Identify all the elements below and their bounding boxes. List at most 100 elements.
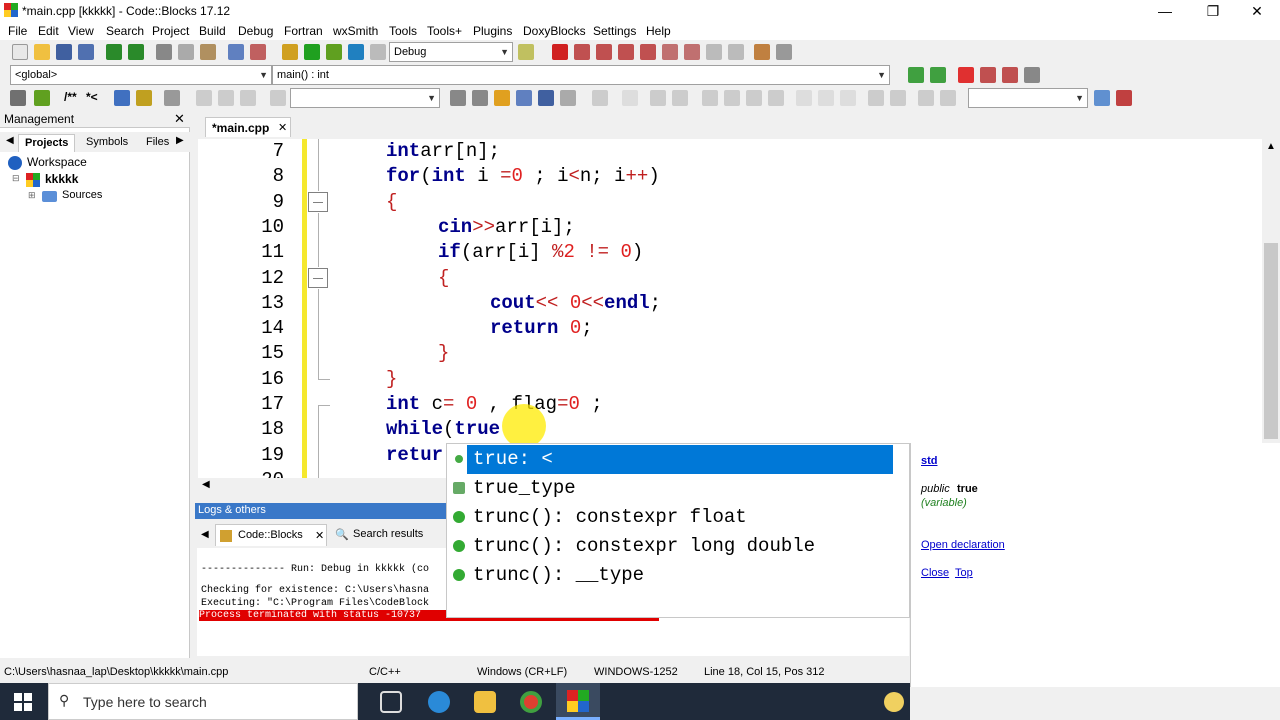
zoom-out-icon[interactable] <box>890 90 906 106</box>
menu-edit[interactable]: Edit <box>38 24 59 38</box>
scroll-up-icon[interactable]: ▲ <box>1266 141 1276 152</box>
extract-docs-icon[interactable] <box>34 90 50 106</box>
run-to-cursor-icon[interactable] <box>574 44 590 60</box>
code-editor[interactable]: intarr[n]; for(int i =0 ; i<n; i++){cin>>… <box>198 139 1262 491</box>
scrollbar-thumb[interactable] <box>1264 243 1278 439</box>
build-icon[interactable] <box>282 44 298 60</box>
editor-vertical-scrollbar[interactable]: ▲ <box>1262 139 1280 439</box>
save-all-icon[interactable] <box>78 44 94 60</box>
redo-icon[interactable] <box>128 44 144 60</box>
next-line-icon[interactable] <box>596 44 612 60</box>
open-file-icon[interactable] <box>34 44 50 60</box>
scope-select[interactable]: <global> ▼ <box>10 65 272 85</box>
menu-view[interactable]: View <box>68 24 94 38</box>
find-next-icon[interactable] <box>472 90 488 106</box>
run-html-icon[interactable] <box>114 90 130 106</box>
debug-info-icon[interactable] <box>776 44 792 60</box>
maximize-button[interactable]: ❐ <box>1190 0 1236 22</box>
jump-forward-icon[interactable] <box>930 67 946 83</box>
edge-browser-icon[interactable] <box>428 691 450 713</box>
prev-bookmark-icon[interactable] <box>980 67 996 83</box>
tab-search-results[interactable]: 🔍 Search results <box>331 524 445 546</box>
match-case-icon[interactable] <box>516 90 532 106</box>
copy-icon[interactable] <box>178 44 194 60</box>
doxywizard-icon[interactable] <box>10 90 26 106</box>
run-icon[interactable] <box>304 44 320 60</box>
close-link[interactable]: Close <box>921 567 949 579</box>
tab-codeblocks-log[interactable]: Code::Blocks ✕ <box>215 524 327 546</box>
step-into-icon[interactable] <box>618 44 634 60</box>
block-comment-button[interactable]: /** <box>64 90 77 104</box>
codeblocks-taskbar-button[interactable] <box>556 683 600 720</box>
find-prev-icon[interactable] <box>450 90 466 106</box>
close-icon[interactable]: ✕ <box>278 121 287 134</box>
spell-icon[interactable] <box>918 90 934 106</box>
debug-start-icon[interactable] <box>552 44 568 60</box>
spell-settings-icon[interactable] <box>1116 90 1132 106</box>
fold-toggle[interactable] <box>308 192 328 212</box>
tab-files[interactable]: Files <box>140 134 175 152</box>
tree-workspace[interactable]: Workspace <box>27 155 87 169</box>
tab-scroll-left-icon[interactable]: ◀ <box>6 135 14 146</box>
autocomplete-item-selected[interactable]: true: < <box>453 445 893 474</box>
tree-sources-folder[interactable]: Sources <box>62 189 102 201</box>
close-icon[interactable]: ✕ <box>315 529 324 542</box>
nav-back-icon[interactable] <box>196 90 212 106</box>
toggle-bookmark-icon[interactable] <box>958 67 974 83</box>
widget1-icon[interactable] <box>796 90 812 106</box>
editor-horizontal-scrollbar[interactable]: ◀ <box>198 478 458 494</box>
layout2-icon[interactable] <box>724 90 740 106</box>
close-icon[interactable]: ✕ <box>174 111 185 127</box>
abort-icon[interactable] <box>370 44 386 60</box>
tab-main-cpp[interactable]: *main.cpp ✕ <box>205 117 291 137</box>
menu-file[interactable]: File <box>8 24 27 38</box>
menu-build[interactable]: Build <box>199 24 226 38</box>
step-out-icon[interactable] <box>640 44 656 60</box>
debug-windows-icon[interactable] <box>754 44 770 60</box>
selection-only-icon[interactable] <box>560 90 576 106</box>
scroll-left-icon[interactable]: ◀ <box>202 479 210 490</box>
function-select[interactable]: main() : int ▼ <box>272 65 890 85</box>
incremental-search-input[interactable]: ▼ <box>290 88 440 108</box>
spell-language-select[interactable]: ▼ <box>968 88 1088 108</box>
edit-icon[interactable] <box>672 90 688 106</box>
menu-plugins[interactable]: Plugins <box>473 24 512 38</box>
spell-check-icon[interactable] <box>1094 90 1110 106</box>
pause-icon[interactable] <box>706 44 722 60</box>
image-icon[interactable] <box>650 90 666 106</box>
layout3-icon[interactable] <box>746 90 762 106</box>
file-explorer-icon[interactable] <box>474 691 496 713</box>
top-link[interactable]: Top <box>955 567 973 579</box>
tab-scroll-right-icon[interactable]: ▶ <box>176 135 184 146</box>
chrome-browser-icon[interactable] <box>520 691 542 713</box>
rebuild-icon[interactable] <box>348 44 364 60</box>
menu-doxyblocks[interactable]: DoxyBlocks <box>523 24 586 38</box>
target-options-icon[interactable] <box>518 44 534 60</box>
menu-fortran[interactable]: Fortran <box>284 24 323 38</box>
paste-icon[interactable] <box>200 44 216 60</box>
thesaurus-icon[interactable] <box>940 90 956 106</box>
task-view-icon[interactable] <box>380 691 402 713</box>
menu-wxsmith[interactable]: wxSmith <box>333 24 378 38</box>
expand-icon[interactable]: ⊞ <box>28 190 36 201</box>
autocomplete-item[interactable]: trunc(): __type <box>447 561 909 590</box>
build-target-select[interactable]: Debug ▼ <box>389 42 513 62</box>
widget3-icon[interactable] <box>840 90 856 106</box>
layout1-icon[interactable] <box>702 90 718 106</box>
menu-search[interactable]: Search <box>106 24 144 38</box>
find-icon[interactable] <box>228 44 244 60</box>
menu-help[interactable]: Help <box>646 24 671 38</box>
tab-projects[interactable]: Projects <box>18 134 76 152</box>
jump-back-icon[interactable] <box>908 67 924 83</box>
autocomplete-item[interactable]: trunc(): constexpr long double <box>447 532 909 561</box>
clear-bookmarks-icon[interactable] <box>1024 67 1040 83</box>
replace-icon[interactable] <box>250 44 266 60</box>
save-icon[interactable] <box>56 44 72 60</box>
frame-icon[interactable] <box>622 90 638 106</box>
autocomplete-item[interactable]: true_type <box>447 474 909 503</box>
windows-start-icon[interactable] <box>14 693 32 711</box>
clear-search-icon[interactable] <box>270 90 286 106</box>
run-chm-icon[interactable] <box>136 90 152 106</box>
namespace-link[interactable]: std <box>921 455 938 467</box>
line-comment-button[interactable]: *< <box>86 90 98 104</box>
